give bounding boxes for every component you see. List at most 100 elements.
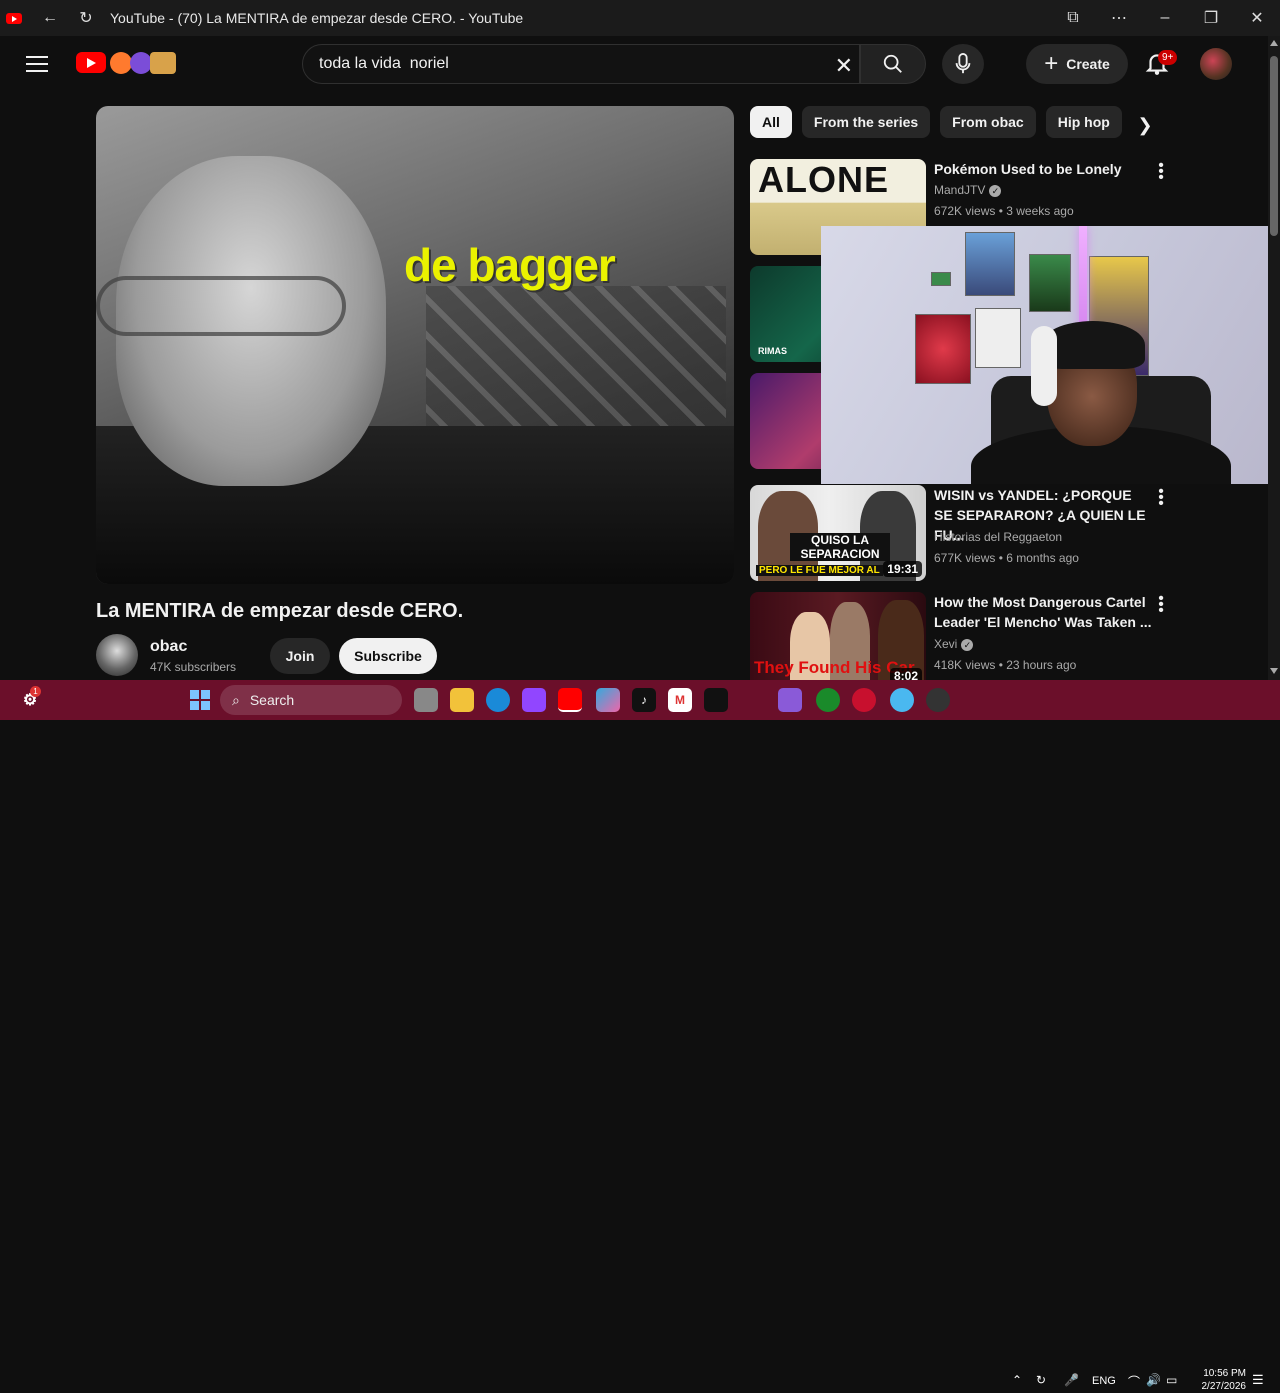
recommendation-meta: 672K views • 3 weeks ago bbox=[934, 204, 1074, 218]
tray-mic-icon[interactable]: 🎤 bbox=[1064, 1373, 1079, 1387]
channel-avatar[interactable] bbox=[96, 634, 138, 676]
chip-from-the-series[interactable]: From the series bbox=[801, 106, 931, 138]
chat-app-icon[interactable] bbox=[890, 688, 914, 712]
window-title: YouTube - (70) La MENTIRA de empezar des… bbox=[110, 10, 524, 26]
taskbar-search[interactable]: ⌕ Search bbox=[220, 685, 402, 715]
obs-icon[interactable] bbox=[926, 688, 950, 712]
video-thumbnail[interactable]: QUISO LA SEPARACION PERO LE FUE MEJOR AL… bbox=[750, 485, 926, 581]
scroll-up-arrow-icon[interactable] bbox=[1270, 40, 1278, 46]
video-duration: 19:31 bbox=[883, 561, 922, 577]
volume-icon[interactable]: 🔊 bbox=[1146, 1373, 1161, 1387]
search-box: ✕ bbox=[302, 44, 860, 84]
edge-browser-icon[interactable] bbox=[486, 688, 510, 712]
video-title: La MENTIRA de empezar desde CERO. bbox=[96, 600, 464, 622]
tiktok-icon[interactable]: ♪ bbox=[632, 688, 656, 712]
channel-label: MandJTV bbox=[934, 183, 986, 197]
scroll-thumb[interactable] bbox=[1270, 56, 1278, 236]
thumbnail-text: QUISO LA SEPARACION bbox=[790, 533, 890, 561]
plus-icon: + bbox=[1044, 50, 1059, 77]
window-controls: ⧉ ⋯ – ❐ ✕ bbox=[1050, 0, 1280, 36]
list-item[interactable]: They Found His Car 8:02 How the Most Dan… bbox=[750, 591, 1170, 688]
verified-icon: ✓ bbox=[989, 184, 1002, 197]
tray-expand-icon[interactable]: ⌃ bbox=[1012, 1373, 1022, 1387]
page-scrollbar[interactable] bbox=[1268, 36, 1280, 680]
doodle-icon bbox=[130, 52, 152, 74]
notification-center-icon[interactable]: ☰ bbox=[1252, 1372, 1264, 1388]
wall-poster bbox=[975, 308, 1021, 368]
copilot-icon[interactable] bbox=[596, 688, 620, 712]
tray-app-icon[interactable]: ↻ bbox=[1036, 1373, 1046, 1387]
taskbar-clock[interactable]: 10:56 PM 2/27/2026 bbox=[1194, 1367, 1247, 1393]
photo-app-icon[interactable] bbox=[778, 688, 802, 712]
search-input[interactable] bbox=[319, 55, 799, 73]
search-icon: ⌕ bbox=[232, 691, 240, 708]
youtube-app-icon[interactable] bbox=[558, 688, 582, 712]
recommendation-title[interactable]: How the Most Dangerous Cartel Leader 'El… bbox=[934, 592, 1154, 632]
doodle-icon[interactable] bbox=[110, 52, 132, 74]
twitch-icon[interactable] bbox=[522, 688, 546, 712]
task-view-icon[interactable] bbox=[414, 688, 438, 712]
voice-search-button[interactable] bbox=[942, 44, 984, 84]
reload-icon[interactable]: ↻ bbox=[68, 0, 104, 36]
video-player[interactable]: de bagger bbox=[96, 106, 734, 584]
recommendation-channel[interactable]: Xevi ✓ bbox=[934, 637, 974, 651]
recommendation-channel[interactable]: MandJTV ✓ bbox=[934, 183, 1002, 197]
list-item[interactable]: QUISO LA SEPARACION PERO LE FUE MEJOR AL… bbox=[750, 484, 1170, 581]
clear-search-icon[interactable]: ✕ bbox=[835, 53, 853, 79]
clock-time: 10:56 PM bbox=[1203, 1368, 1246, 1379]
more-actions-icon[interactable]: • • • bbox=[1154, 484, 1168, 512]
chip-all[interactable]: All bbox=[750, 106, 792, 138]
channel-name[interactable]: obac bbox=[150, 638, 187, 656]
youtube-logo[interactable] bbox=[76, 52, 106, 73]
search-button[interactable] bbox=[860, 44, 926, 84]
youtube-favicon-icon bbox=[6, 12, 22, 24]
start-menu-icon[interactable] bbox=[190, 690, 210, 710]
battery-icon[interactable]: ▭ bbox=[1166, 1373, 1177, 1387]
browser-titlebar: ← ↻ YouTube - (70) La MENTIRA de empezar… bbox=[0, 0, 1280, 36]
language-indicator[interactable]: ENG bbox=[1092, 1375, 1116, 1387]
doodle-icon bbox=[150, 52, 176, 74]
clock-date: 2/27/2026 bbox=[1201, 1381, 1247, 1392]
recommendation-title[interactable]: Pokémon Used to be Lonely bbox=[934, 159, 1154, 179]
more-actions-icon[interactable]: • • • bbox=[1154, 158, 1168, 186]
windows-taskbar: ⚙ 1 ⌕ Search ♪ M ⌃ ↻ 🎤 ENG ⌒ 🔊 ▭ 10:56 P… bbox=[0, 680, 1280, 1392]
wall-poster bbox=[915, 314, 971, 384]
headphones bbox=[1031, 326, 1057, 406]
join-button[interactable]: Join bbox=[270, 638, 330, 674]
wall-poster bbox=[931, 272, 951, 286]
wifi-icon[interactable]: ⌒ bbox=[1128, 1373, 1140, 1390]
video-subject-glasses bbox=[96, 276, 346, 336]
verified-icon: ✓ bbox=[961, 638, 974, 651]
youtube-header: ✕ + Create 9+ bbox=[0, 36, 1280, 92]
video-thumbnail[interactable]: They Found His Car 8:02 bbox=[750, 592, 926, 688]
close-window-icon[interactable]: ✕ bbox=[1234, 0, 1280, 36]
thumbnail-text: RIMAS bbox=[758, 346, 787, 356]
minimize-icon[interactable]: – bbox=[1142, 0, 1188, 36]
pinterest-icon[interactable] bbox=[852, 688, 876, 712]
scroll-down-arrow-icon[interactable] bbox=[1270, 668, 1278, 674]
account-avatar[interactable] bbox=[1200, 48, 1232, 80]
recommendation-meta: 677K views • 6 months ago bbox=[934, 551, 1079, 565]
extensions-icon[interactable]: ⧉ bbox=[1050, 0, 1096, 36]
recommendation-channel[interactable]: Historias del Reggaeton bbox=[934, 530, 1062, 544]
recommendation-meta: 418K views • 23 hours ago bbox=[934, 658, 1077, 672]
thumbnail-text: ALONE bbox=[758, 159, 889, 200]
more-actions-icon[interactable]: • • • bbox=[1154, 591, 1168, 619]
video-caption: de bagger bbox=[404, 239, 616, 291]
subscribe-button[interactable]: Subscribe bbox=[339, 638, 437, 674]
restore-icon[interactable]: ❐ bbox=[1188, 0, 1234, 36]
xbox-icon[interactable] bbox=[816, 688, 840, 712]
chip-hip-hop[interactable]: Hip hop bbox=[1045, 106, 1122, 138]
search-icon bbox=[883, 54, 902, 73]
file-explorer-icon[interactable] bbox=[450, 688, 474, 712]
microphone-icon bbox=[955, 53, 971, 74]
chevron-right-icon[interactable]: ❯ bbox=[1132, 112, 1158, 138]
create-label: Create bbox=[1066, 56, 1110, 72]
create-button[interactable]: + Create bbox=[1026, 44, 1128, 84]
more-options-icon[interactable]: ⋯ bbox=[1096, 0, 1142, 36]
capcut-icon[interactable] bbox=[704, 688, 728, 712]
chip-from-obac[interactable]: From obac bbox=[940, 106, 1036, 138]
gmail-icon[interactable]: M bbox=[668, 688, 692, 712]
menu-icon[interactable] bbox=[26, 56, 48, 72]
back-arrow-icon[interactable]: ← bbox=[32, 0, 68, 36]
